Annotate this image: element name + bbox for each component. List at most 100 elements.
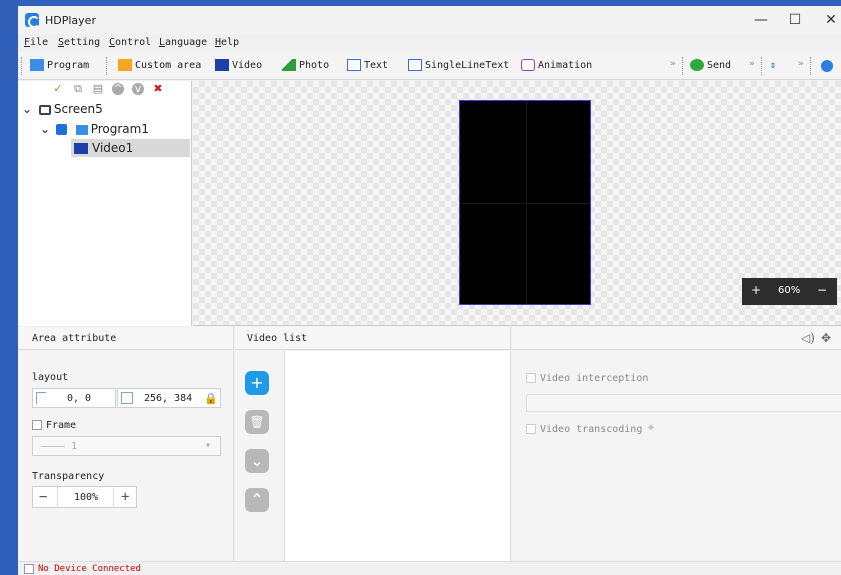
animation-icon [521, 59, 535, 71]
send-icon [690, 59, 704, 71]
move-down-icon[interactable]: v [132, 83, 144, 95]
frame-checkbox[interactable]: Frame [32, 420, 76, 431]
move-icon[interactable]: ✥ [821, 327, 831, 350]
options-header: ◁) ✥ [512, 327, 841, 350]
toolbar-grip [106, 57, 108, 75]
area-attribute-panel: layout 0, 0 256, 384 🔒 Frame ———— 1 ▾ Tr… [18, 351, 234, 561]
add-video-button[interactable]: + [245, 371, 269, 395]
checkbox-icon [526, 424, 536, 434]
title-bar: HDPlayer — ☐ ✕ [18, 6, 841, 34]
move-up-button[interactable]: ⌃ [245, 488, 269, 512]
zoom-level: 60% [778, 285, 801, 296]
paste-icon[interactable]: ▤ [92, 83, 104, 95]
video-list-header: Video list [235, 327, 511, 350]
menu-file[interactable]: File [24, 37, 48, 48]
single-line-text-label: SingleLineText [425, 60, 510, 71]
frame-value: ———— 1 [41, 441, 78, 452]
animation-button[interactable]: Animation [521, 58, 592, 74]
transparency-value: 100% [74, 492, 99, 503]
check-icon[interactable]: ✓ [52, 83, 64, 95]
size-field[interactable]: 256, 384 🔒 [117, 388, 221, 408]
size-value: 256, 384 [144, 393, 193, 404]
chevron-down-icon: ⌄ [40, 122, 51, 136]
tree-node-screen[interactable]: ⌄ Screen5 [22, 100, 103, 118]
tree-toolbar: ✓ ⧉ ▤ ^ v ✖ [18, 81, 192, 99]
transparency-label: Transparency [32, 471, 105, 482]
position-field[interactable]: 0, 0 [32, 388, 116, 408]
toolbar: Program Custom area Video Photo Text Sin… [18, 52, 841, 80]
status-text: No Device Connected [38, 564, 141, 574]
checkbox-icon [526, 373, 536, 383]
send-button[interactable]: Send [690, 58, 731, 74]
single-line-text-button[interactable]: SingleLineText [408, 58, 509, 74]
divider [460, 203, 590, 204]
minimize-button[interactable]: — [746, 10, 776, 30]
led-screen-preview[interactable] [459, 100, 591, 305]
custom-area-icon [118, 59, 132, 71]
video-icon [74, 143, 88, 154]
divider [57, 487, 58, 507]
chevron-down-icon: ⌄ [22, 102, 33, 116]
position-icon [36, 392, 46, 404]
menu-help[interactable]: Help [215, 37, 239, 48]
menu-control[interactable]: Control [109, 37, 151, 48]
video-interception-checkbox[interactable]: Video interception [526, 373, 648, 384]
photo-label: Photo [299, 60, 330, 71]
delete-icon[interactable]: ✖ [152, 83, 164, 95]
video-transcoding-checkbox[interactable]: Video transcoding [526, 424, 642, 435]
video-icon [215, 59, 229, 71]
maximize-button[interactable]: ☐ [780, 10, 810, 30]
copy-icon[interactable]: ⧉ [72, 83, 84, 95]
screen-label: Screen5 [53, 102, 103, 116]
toolbar-grip [21, 57, 23, 75]
checkbox-checked-icon[interactable] [55, 124, 67, 135]
custom-area-label: Custom area [135, 60, 202, 71]
text-button[interactable]: Text [347, 58, 388, 74]
video-node-label: Video1 [92, 141, 134, 155]
program-label: Program [47, 60, 90, 71]
program-button[interactable]: Program [30, 58, 89, 74]
menu-setting[interactable]: Setting [58, 37, 100, 48]
info-icon[interactable]: ◈ [648, 422, 654, 433]
speaker-icon[interactable]: ◁) [801, 327, 815, 350]
position-value: 0, 0 [67, 393, 92, 404]
menu-language[interactable]: Language [159, 37, 207, 48]
move-down-button[interactable]: ⌄ [245, 449, 269, 473]
toolbar-overflow-button[interactable]: » [670, 59, 675, 69]
window-title: HDPlayer [45, 14, 96, 27]
decrease-button[interactable]: − [39, 489, 47, 505]
toolbar-overflow-button[interactable]: » [798, 59, 803, 69]
increase-button[interactable]: + [121, 489, 129, 505]
program-node-label: Program1 [90, 122, 149, 136]
lock-icon[interactable]: 🔒 [204, 392, 218, 405]
preview-canvas[interactable]: + 60% − [193, 81, 841, 326]
video-list[interactable] [285, 351, 511, 561]
toolbar-overflow-button[interactable]: » [749, 59, 754, 69]
monitor-icon [38, 104, 51, 115]
device-status-icon [24, 563, 34, 574]
frame-select[interactable]: ———— 1 ▾ [32, 436, 221, 456]
area-attribute-header: Area attribute [18, 327, 234, 350]
program-icon [30, 59, 44, 71]
video-list-controls: + 🗑 ⌄ ⌃ [235, 351, 285, 561]
delete-video-button[interactable]: 🗑 [245, 410, 269, 434]
video-options-panel: Video interception Video transcoding ◈ [512, 351, 841, 561]
animation-label: Animation [538, 60, 593, 71]
transparency-stepper[interactable]: − 100% + [32, 486, 137, 508]
custom-area-button[interactable]: Custom area [118, 58, 201, 74]
tree-node-video[interactable]: Video1 [71, 139, 190, 157]
play-icon[interactable] [821, 60, 833, 72]
size-icon [121, 392, 133, 404]
zoom-out-button[interactable]: − [817, 283, 827, 297]
tree-node-program[interactable]: ⌄ Program1 [40, 120, 149, 138]
single-line-text-icon [408, 59, 422, 71]
photo-button[interactable]: Photo [282, 58, 329, 74]
arrows-icon[interactable]: ⇕ [770, 58, 776, 74]
toolbar-grip [761, 57, 763, 75]
close-button[interactable]: ✕ [816, 10, 841, 30]
zoom-in-button[interactable]: + [751, 283, 761, 297]
status-bar: No Device Connected [18, 561, 841, 575]
video-interception-input[interactable] [526, 394, 841, 412]
video-button[interactable]: Video [215, 58, 262, 74]
move-up-icon[interactable]: ^ [112, 83, 124, 95]
